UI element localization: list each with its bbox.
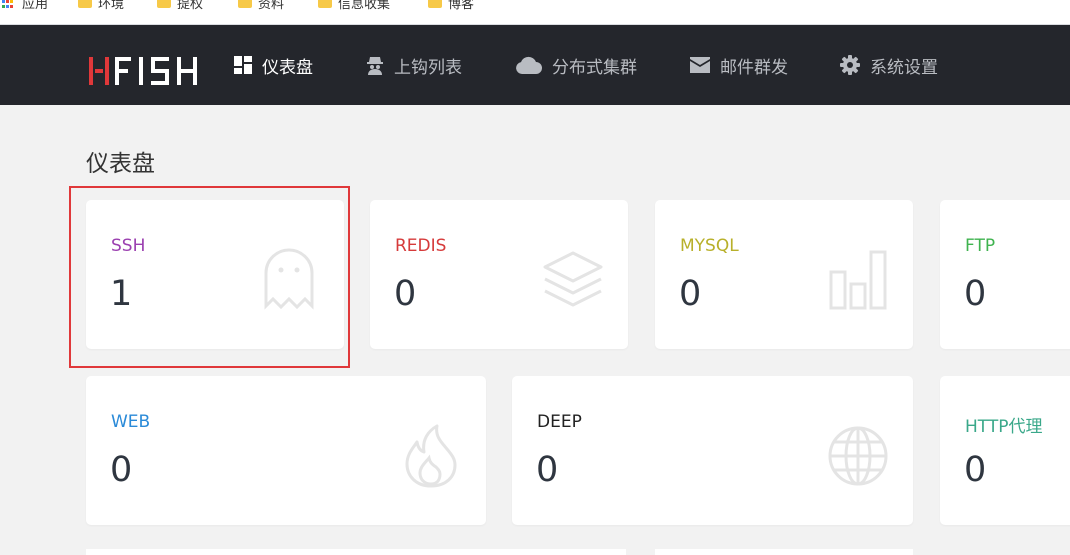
folder-icon (78, 0, 92, 8)
card-next-row (86, 549, 626, 555)
card-label: MYSQL (680, 236, 739, 256)
folder-icon (318, 0, 332, 8)
nav-item-label: 仪表盘 (262, 57, 313, 78)
bookmark-folder[interactable]: 信息收集 (318, 0, 391, 12)
gear-icon (840, 55, 860, 75)
nav-item-label: 上钩列表 (394, 57, 462, 78)
folder-icon (428, 0, 442, 8)
card-redis[interactable]: REDIS 0 (370, 200, 628, 349)
nav-item-cluster[interactable]: 分布式集群 (516, 54, 637, 78)
bookmark-label: 应用 (22, 0, 49, 12)
bookmark-folder[interactable]: 资料 (238, 0, 285, 12)
card-value: 0 (964, 450, 987, 490)
nav-item-mail[interactable]: 邮件群发 (690, 54, 788, 78)
nav-item-dashboard[interactable]: 仪表盘 (234, 54, 313, 78)
bookmark-folder[interactable]: 博客 (428, 0, 475, 12)
envelope-icon (690, 56, 710, 74)
bookmark-apps[interactable]: 应用 (2, 0, 49, 12)
bookmark-label: 提权 (177, 0, 204, 12)
cloud-icon (516, 56, 542, 74)
top-navbar: 仪表盘 上钩列表 分布式集群 邮件群发 系统设置 (0, 25, 1070, 105)
hfish-logo[interactable] (89, 56, 207, 86)
spy-icon (366, 56, 384, 75)
card-value: 0 (110, 450, 133, 490)
card-value: 0 (679, 274, 702, 314)
bookmarks-bar: 应用 环境 提权 资料 信息收集 博客 (0, 0, 1070, 25)
globe-icon (827, 425, 889, 491)
card-label: HTTP代理 (965, 417, 1043, 437)
apps-grid-icon (2, 0, 14, 8)
bar-chart-icon (829, 250, 889, 314)
highlight-box (69, 186, 350, 368)
bookmark-label: 环境 (98, 0, 125, 12)
bookmark-label: 博客 (448, 0, 475, 12)
layers-icon (542, 250, 604, 314)
card-label: FTP (965, 236, 996, 256)
card-label: WEB (111, 412, 151, 432)
nav-item-label: 分布式集群 (552, 57, 637, 78)
card-web[interactable]: WEB 0 (86, 376, 486, 525)
card-value: 0 (964, 274, 987, 314)
card-http-proxy[interactable]: HTTP代理 0 (940, 376, 1070, 525)
bookmark-folder[interactable]: 环境 (78, 0, 125, 12)
card-value: 0 (394, 274, 417, 314)
dashboard-icon (234, 56, 252, 74)
fire-icon (404, 424, 458, 492)
bookmark-folder[interactable]: 提权 (157, 0, 204, 12)
nav-item-settings[interactable]: 系统设置 (840, 54, 938, 78)
nav-item-label: 系统设置 (870, 57, 938, 78)
nav-item-hooked-list[interactable]: 上钩列表 (366, 54, 462, 78)
bookmark-label: 资料 (258, 0, 285, 12)
card-value: 0 (536, 450, 559, 490)
nav-item-label: 邮件群发 (720, 57, 788, 78)
page-title: 仪表盘 (86, 151, 155, 177)
card-label: DEEP (537, 412, 582, 432)
bookmark-label: 信息收集 (338, 0, 391, 12)
card-ftp[interactable]: FTP 0 (940, 200, 1070, 349)
card-mysql[interactable]: MYSQL 0 (655, 200, 913, 349)
folder-icon (238, 0, 252, 8)
card-label: REDIS (395, 236, 447, 256)
card-deep[interactable]: DEEP 0 (512, 376, 913, 525)
folder-icon (157, 0, 171, 8)
card-next-row (655, 549, 913, 555)
